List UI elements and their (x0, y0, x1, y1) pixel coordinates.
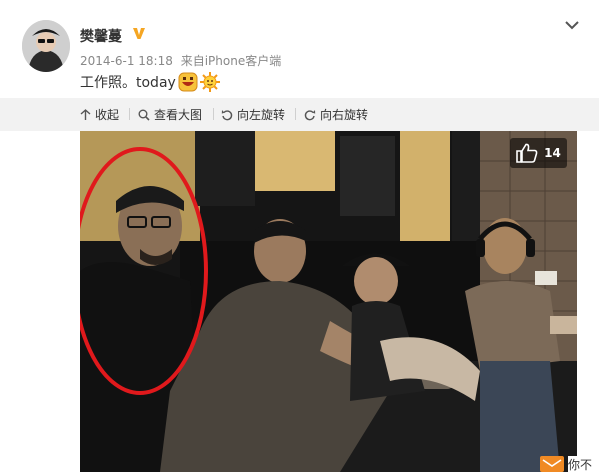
post-photo[interactable]: 14 (80, 131, 577, 472)
post-text: 工作照。today (80, 72, 220, 92)
thumbs-up-icon (516, 143, 538, 163)
mail-icon[interactable] (540, 456, 564, 472)
toolbar-divider (213, 108, 214, 120)
image-toolbar: 收起 查看大图 向左旋转 向右旋转 (0, 98, 599, 131)
like-count: 14 (544, 146, 561, 160)
chevron-down-icon[interactable] (563, 16, 581, 34)
grinning-emoji-icon (178, 72, 198, 92)
timestamp[interactable]: 2014-6-1 18:18 (80, 54, 173, 68)
rotate-right-label: 向右旋转 (320, 108, 369, 122)
rotate-left-label: 向左旋转 (237, 108, 286, 122)
post-text-content: 工作照。today (80, 75, 176, 91)
toolbar-divider (129, 108, 130, 120)
avatar[interactable] (22, 20, 70, 72)
footer-partial-text: 你不 (568, 456, 593, 473)
rotate-right-icon (304, 109, 316, 120)
post-header: 樊馨蔓 2014-6-1 18:18 来自iPhone客户端 工作照。today (0, 0, 599, 98)
username[interactable]: 樊馨蔓 (80, 26, 122, 46)
magnify-icon (138, 109, 150, 121)
post-meta: 2014-6-1 18:18 来自iPhone客户端 (80, 52, 285, 69)
sun-emoji-icon (199, 72, 220, 92)
source-prefix: 来自 (180, 54, 205, 68)
rotate-left-button[interactable]: 向左旋转 (221, 106, 285, 123)
view-large-label: 查看大图 (154, 108, 203, 122)
studio-photo (80, 131, 577, 472)
rotate-right-button[interactable]: 向右旋转 (304, 106, 368, 123)
view-large-button[interactable]: 查看大图 (138, 106, 202, 123)
vip-badge-icon (133, 28, 145, 39)
like-button[interactable]: 14 (510, 138, 567, 168)
toolbar-divider (295, 108, 296, 120)
source-link[interactable]: iPhone客户端 (205, 54, 282, 68)
rotate-left-icon (221, 109, 233, 120)
collapse-button[interactable]: 收起 (80, 106, 119, 123)
collapse-label: 收起 (95, 108, 120, 122)
collapse-arrow-icon (80, 108, 91, 120)
